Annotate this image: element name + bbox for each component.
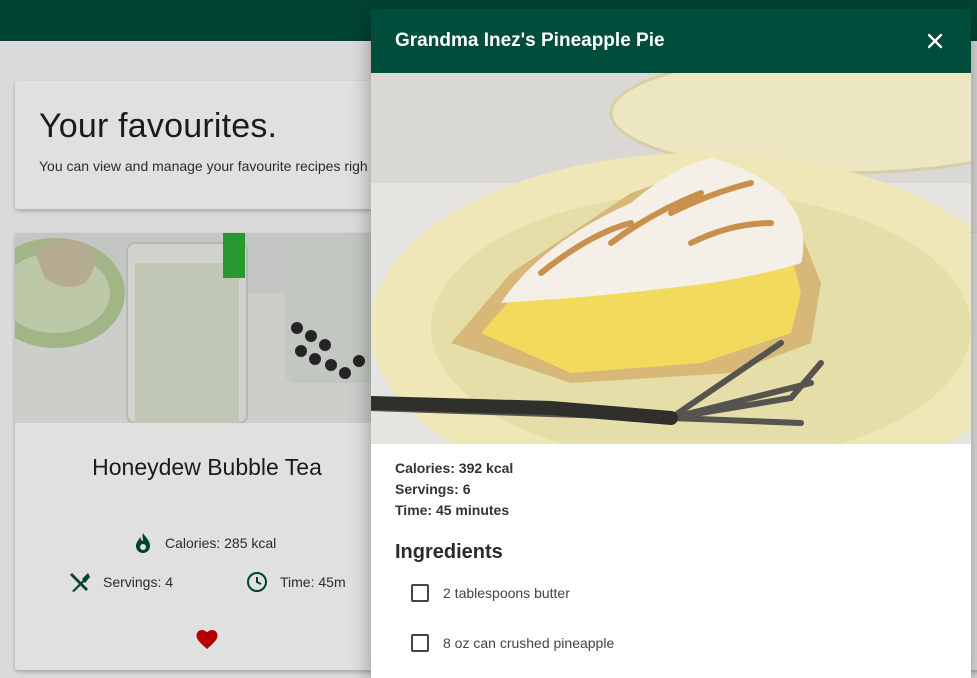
ingredients-heading: Ingredients <box>395 541 503 563</box>
ingredient-item[interactable]: 8 oz can crushed pineapple <box>395 618 947 668</box>
ingredient-label: 2 tablespoons butter <box>443 585 570 601</box>
dialog-header: Grandma Inez's Pineapple Pie <box>371 9 971 73</box>
recipe-photo <box>371 73 971 444</box>
dialog-title: Grandma Inez's Pineapple Pie <box>395 30 665 51</box>
recipe-facts: Calories: 392 kcal Servings: 6 Time: 45 … <box>395 458 947 521</box>
dialog-servings: Servings: 6 <box>395 481 471 497</box>
ingredient-checkbox[interactable] <box>411 634 429 652</box>
ingredient-label: 8 oz can crushed pineapple <box>443 635 615 651</box>
close-icon <box>927 33 943 49</box>
dialog-time: Time: 45 minutes <box>395 502 510 518</box>
recipe-detail-dialog: Grandma Inez's Pineapple Pie Calories: 3… <box>371 9 971 678</box>
ingredient-item[interactable]: 2 tablespoons butter <box>395 568 947 618</box>
dialog-body: Calories: 392 kcal Servings: 6 Time: 45 … <box>371 444 971 668</box>
close-button[interactable] <box>923 29 947 53</box>
ingredient-checkbox[interactable] <box>411 584 429 602</box>
dialog-calories: Calories: 392 kcal <box>395 460 514 476</box>
